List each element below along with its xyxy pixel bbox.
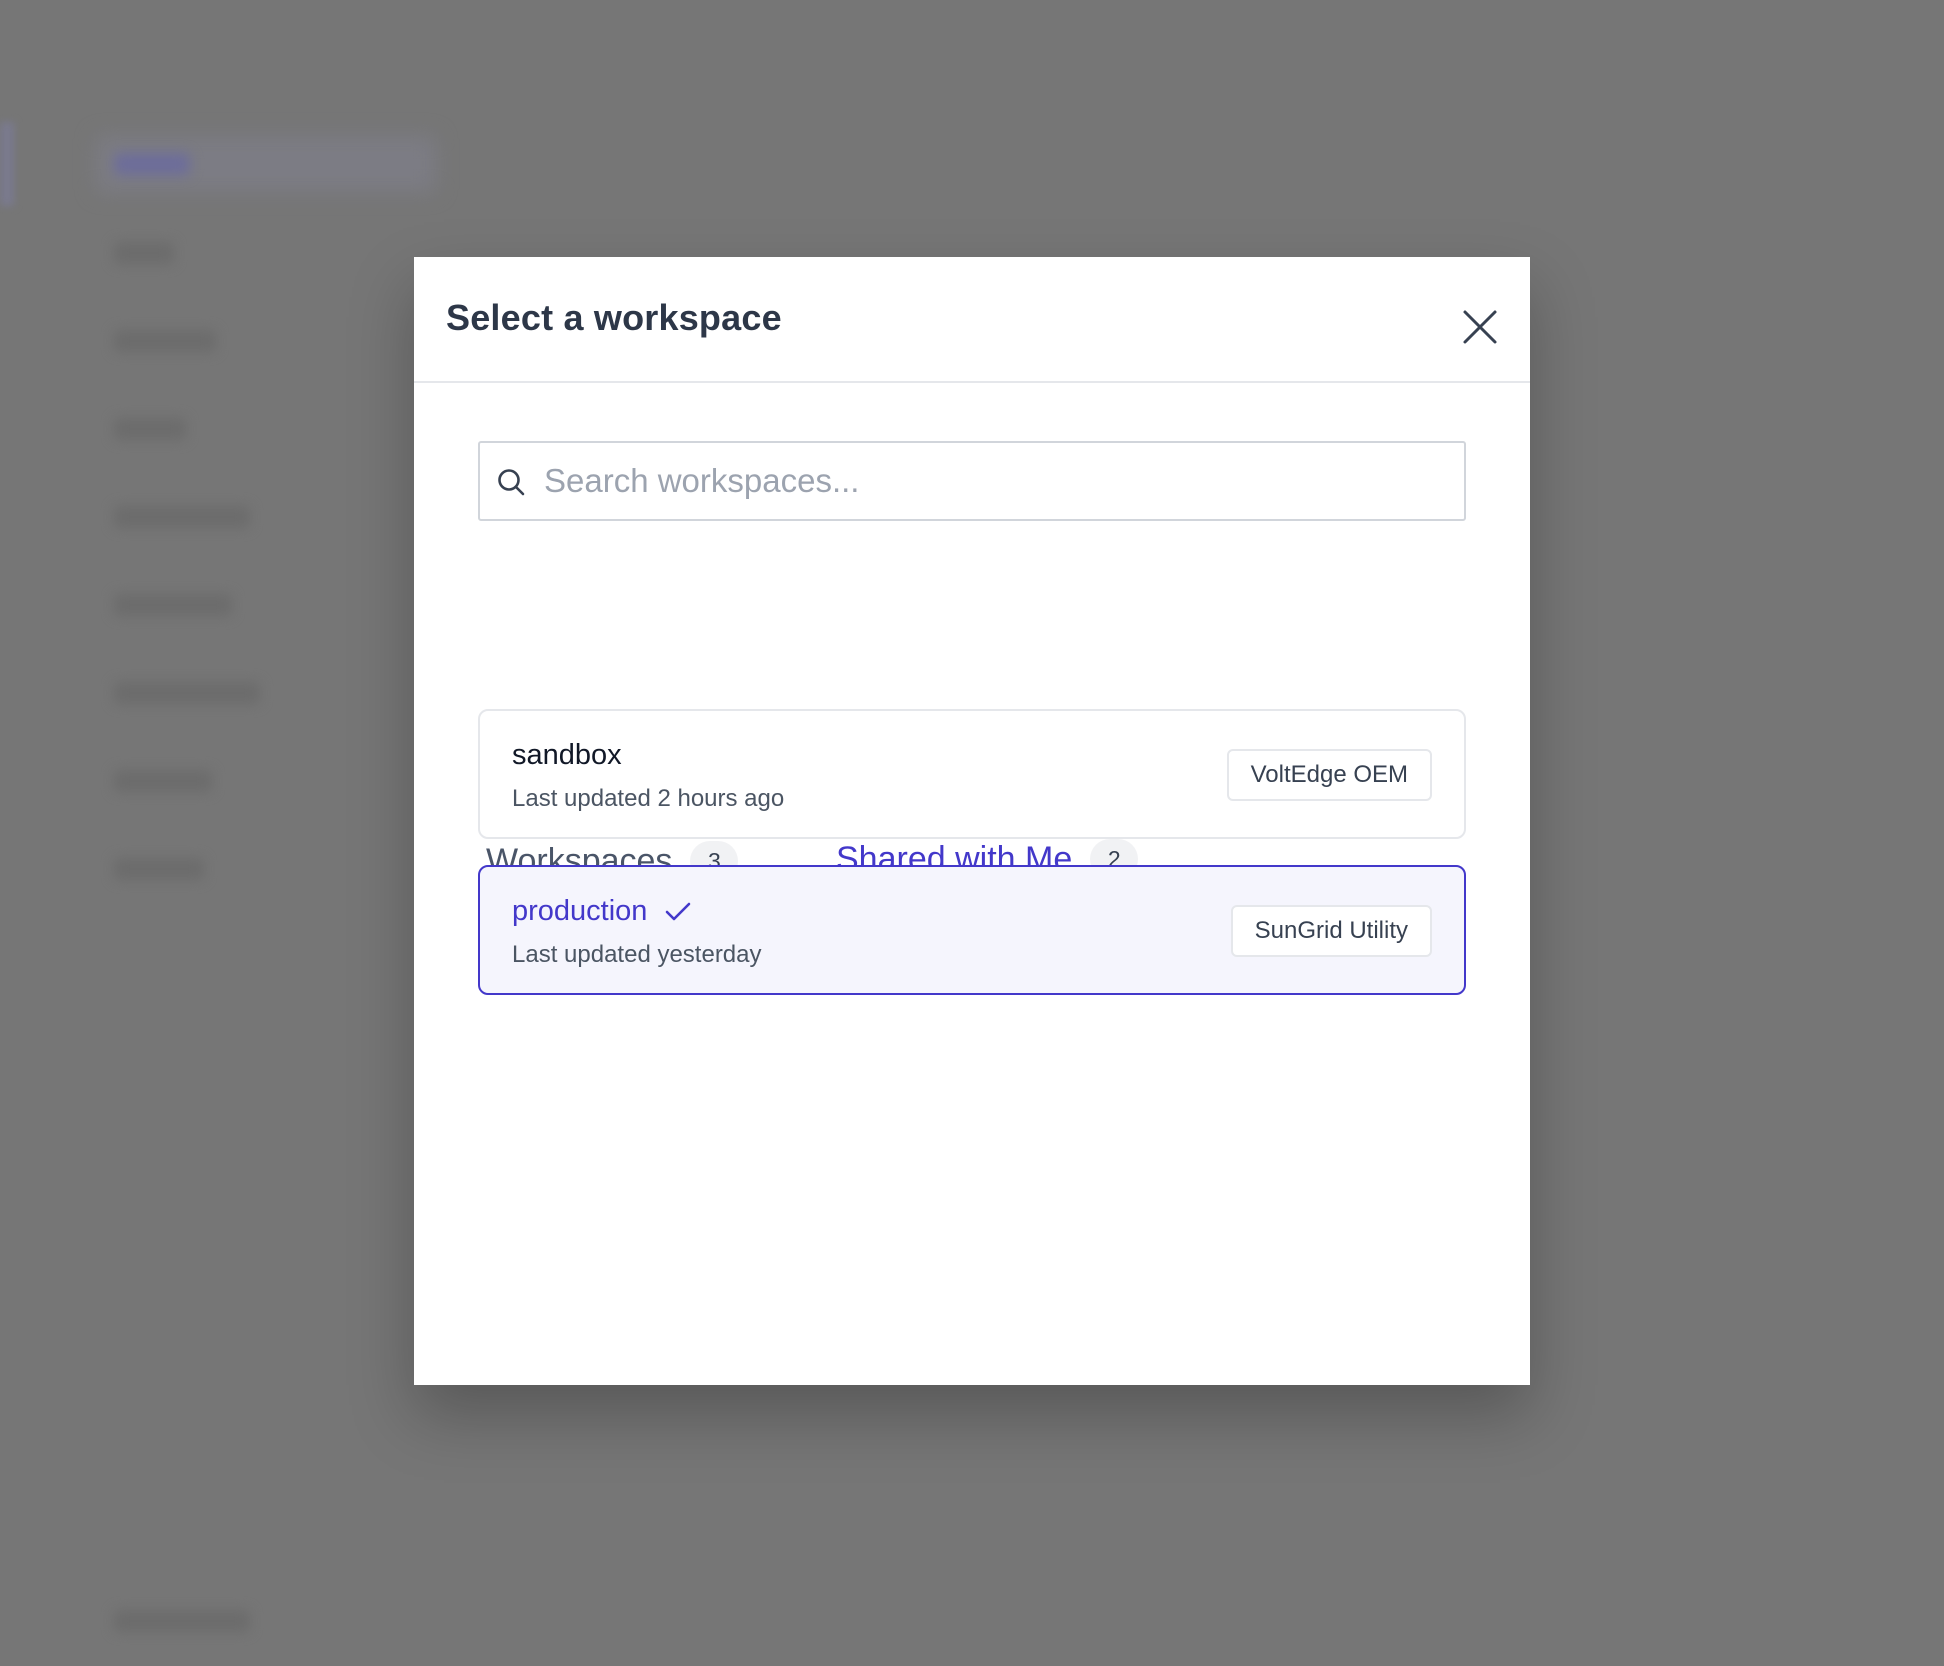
check-icon <box>665 901 691 923</box>
workspace-name: sandbox <box>512 739 622 772</box>
search-input[interactable] <box>544 443 1444 519</box>
background-nav-item <box>114 506 250 528</box>
background-active-indicator <box>0 122 14 206</box>
background-nav-item <box>114 858 204 880</box>
background-nav-item <box>114 330 216 352</box>
organization-badge: SunGrid Utility <box>1230 905 1432 957</box>
close-icon <box>1463 310 1497 344</box>
background-nav-item <box>114 153 190 175</box>
background-nav-item <box>114 770 212 792</box>
modal-title: Select a workspace <box>446 297 782 338</box>
background-sidebar <box>0 0 460 1666</box>
modal-header: Select a workspace <box>414 257 1530 383</box>
background-nav-item <box>114 594 232 616</box>
search-icon <box>498 469 525 496</box>
workspace-selector-modal: Select a workspace Workspaces 3 Shared w… <box>414 257 1530 1385</box>
workspace-updated: Last updated 2 hours ago <box>512 785 785 812</box>
workspace-name-text: sandbox <box>512 739 622 771</box>
workspace-updated: Last updated yesterday <box>512 941 762 968</box>
background-nav-item <box>114 1610 250 1632</box>
close-button[interactable] <box>1450 297 1510 357</box>
workspace-name: production <box>512 895 691 928</box>
workspace-name-text: production <box>512 895 648 927</box>
background-nav-item <box>114 242 174 264</box>
background-nav-item <box>114 418 186 440</box>
workspace-card[interactable]: sandbox Last updated 2 hours ago VoltEdg… <box>478 709 1466 839</box>
background-nav-item <box>114 682 260 704</box>
workspace-card-selected[interactable]: production Last updated yesterday SunGri… <box>478 865 1466 995</box>
organization-badge: VoltEdge OEM <box>1226 749 1432 801</box>
search-box <box>478 441 1466 521</box>
